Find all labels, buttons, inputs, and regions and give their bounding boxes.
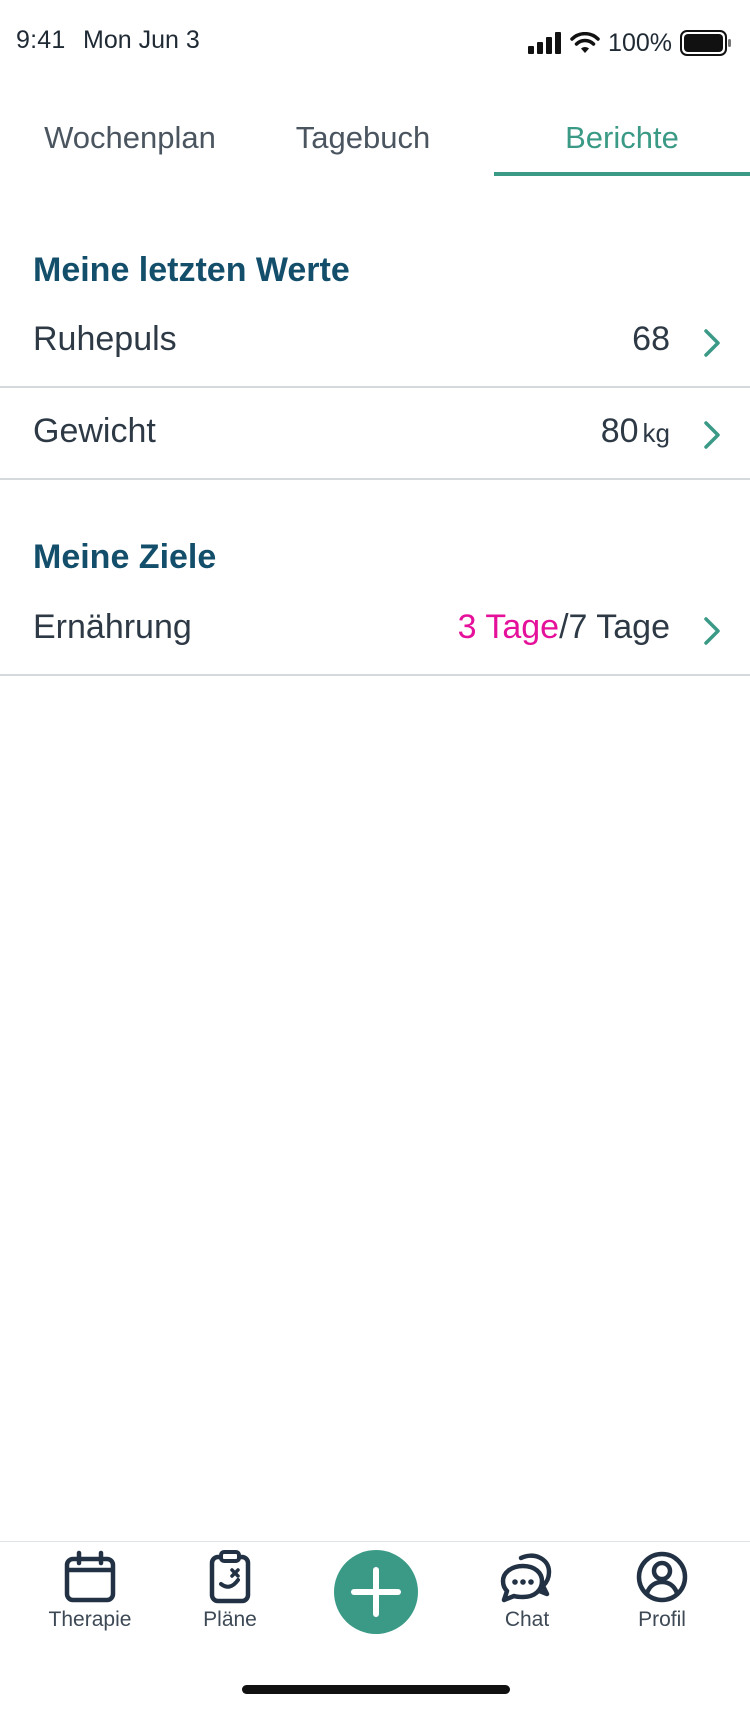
goal-progress: 3 Tage/7 Tage [458,608,670,647]
list-item-ernaehrung[interactable]: Ernährung 3 Tage/7 Tage [0,586,750,676]
status-date: Mon Jun 3 [83,26,200,54]
nav-label: Pläne [203,1608,257,1631]
tab-wochenplan[interactable]: Wochenplan [24,120,236,156]
row-label: Gewicht [33,412,156,450]
nav-label: Profil [638,1608,686,1631]
user-circle-icon [636,1551,688,1603]
status-indicators: 100% [528,26,732,60]
section-title-recent-values: Meine letzten Werte [33,251,350,289]
signal-icon [528,32,562,54]
tab-tagebuch[interactable]: Tagebuch [273,120,453,156]
section-title-goals: Meine Ziele [33,538,217,576]
tab-bar: Wochenplan Tagebuch Berichte [0,110,750,176]
chevron-right-icon [704,329,720,357]
value-number: 68 [632,320,670,358]
battery-icon [680,30,731,56]
tab-berichte[interactable]: Berichte [494,120,750,156]
value-number: 80 [600,412,639,450]
goal-target: 7 Tage [568,608,670,646]
list-item-gewicht[interactable]: Gewicht 80 kg [0,390,750,480]
row-label: Ernährung [33,608,192,646]
nav-label: Therapie [48,1608,132,1631]
chevron-right-icon [704,421,720,449]
chat-bubbles-icon [500,1553,552,1603]
clipboard-icon [209,1550,251,1604]
home-indicator[interactable] [242,1685,510,1694]
bottom-nav: Therapie Pläne Chat Profil [0,1541,750,1730]
nav-item-plaene[interactable]: Pläne [180,1550,280,1632]
goal-current: 3 Tage [457,608,560,646]
nav-label: Chat [504,1608,550,1631]
add-button[interactable] [334,1550,418,1634]
calendar-icon [64,1550,116,1603]
nav-item-chat[interactable]: Chat [477,1550,577,1632]
row-value: 68 [632,320,670,359]
list-item-ruhepuls[interactable]: Ruhepuls 68 [0,298,750,388]
row-value: 80 kg [601,412,670,451]
status-bar: 9:41 Mon Jun 3 100% [0,0,750,84]
goal-separator: / [559,608,569,646]
value-unit: kg [642,418,670,448]
nav-item-therapie[interactable]: Therapie [40,1550,140,1632]
battery-percentage: 100% [608,28,672,57]
nav-item-profil[interactable]: Profil [612,1550,712,1632]
plus-icon [351,1567,401,1617]
status-time: 9:41 [16,26,66,54]
active-tab-indicator [494,172,750,176]
row-label: Ruhepuls [33,320,177,358]
chevron-right-icon [704,617,720,645]
wifi-icon [570,32,600,53]
